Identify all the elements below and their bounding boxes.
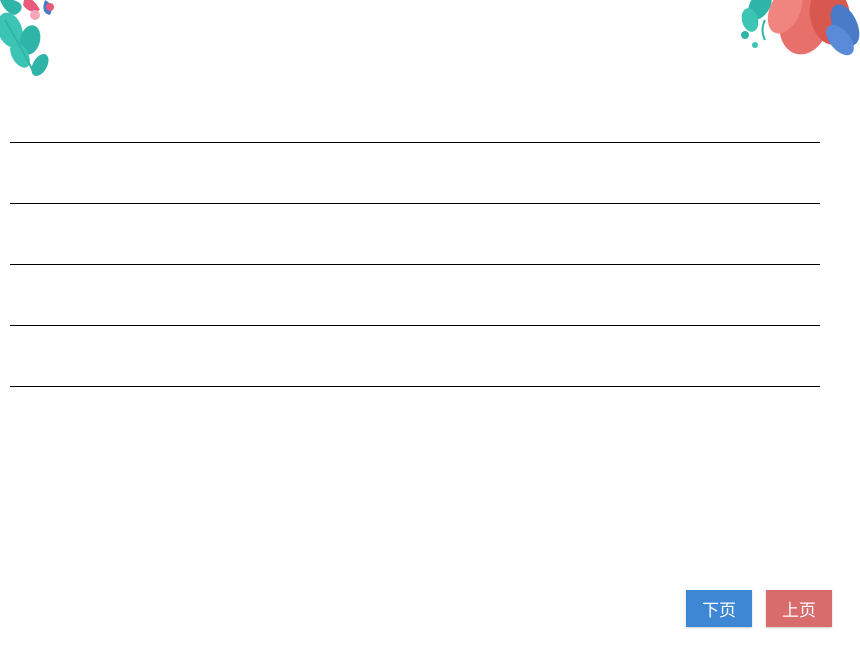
floral-decoration-right-icon (735, 0, 860, 75)
writing-line (10, 326, 820, 387)
next-page-button[interactable]: 下页 (686, 590, 752, 627)
writing-line (10, 125, 820, 143)
writing-line (10, 143, 820, 204)
navigation-buttons: 下页 上页 (686, 590, 832, 627)
content-area (10, 105, 820, 387)
writing-lines-section (10, 125, 820, 387)
floral-decoration-left-icon (0, 0, 85, 95)
prev-page-button[interactable]: 上页 (766, 590, 832, 627)
writing-line (10, 204, 820, 265)
writing-line (10, 265, 820, 326)
